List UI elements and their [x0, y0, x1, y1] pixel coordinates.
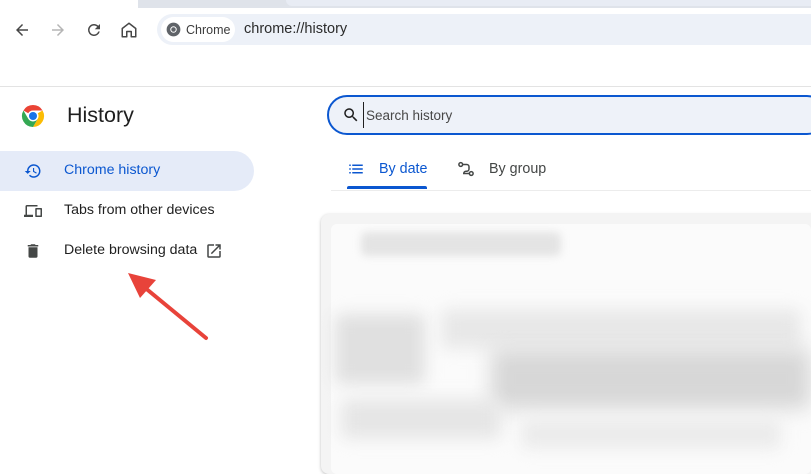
- blurred-content: [335, 314, 425, 384]
- back-button[interactable]: [8, 16, 36, 44]
- sidebar-item-tabs-other-devices[interactable]: Tabs from other devices: [0, 191, 254, 231]
- tab-strip: [0, 0, 811, 8]
- background-tab[interactable]: [286, 0, 811, 6]
- blurred-content: [521, 419, 781, 449]
- blurred-content: [341, 399, 501, 439]
- blurred-content: [441, 309, 801, 349]
- sidebar-item-label: Delete browsing data: [64, 242, 198, 258]
- history-icon: [24, 164, 41, 178]
- sidebar-item-delete-browsing-data[interactable]: Delete browsing data: [0, 231, 254, 271]
- annotation-arrow: [128, 273, 208, 340]
- reload-button[interactable]: [80, 16, 108, 44]
- tab-label: By date: [379, 161, 428, 177]
- active-tab-indicator: [347, 186, 427, 189]
- group-icon: [458, 161, 474, 177]
- tab-by-date[interactable]: By date: [347, 150, 427, 188]
- home-icon: [121, 22, 137, 38]
- sidebar-item-label: Chrome history: [64, 162, 161, 178]
- reload-icon: [87, 23, 100, 36]
- trash-icon: [27, 244, 39, 258]
- history-card-blurred: [321, 214, 811, 474]
- sidebar-item-label: Tabs from other devices: [64, 202, 215, 218]
- sidebar-item-chrome-history[interactable]: Chrome history: [0, 151, 254, 191]
- arrow-left-icon: [16, 24, 28, 36]
- url-text[interactable]: chrome://history: [244, 21, 347, 37]
- tab-by-group[interactable]: By group: [457, 150, 546, 188]
- search-box[interactable]: [327, 95, 811, 135]
- devices-icon: [24, 205, 42, 217]
- address-bar[interactable]: Chrome chrome://history: [157, 14, 811, 45]
- site-info-chip[interactable]: Chrome: [161, 17, 235, 42]
- active-tab[interactable]: [0, 0, 138, 8]
- blurred-content: [491, 349, 811, 409]
- tab-label: By group: [489, 161, 547, 177]
- search-icon: [344, 108, 358, 122]
- external-link-icon: [207, 244, 221, 258]
- chrome-logo-icon: [21, 105, 45, 127]
- chrome-logo-icon: [166, 22, 181, 37]
- list-icon: [349, 164, 363, 174]
- site-chip-label: Chrome: [186, 22, 231, 37]
- forward-button[interactable]: [44, 16, 72, 44]
- toolbar-divider: [0, 86, 811, 87]
- search-input[interactable]: [363, 102, 766, 128]
- home-button[interactable]: [115, 16, 143, 44]
- blurred-content: [361, 232, 561, 256]
- tabs-divider: [331, 190, 811, 191]
- browser-toolbar: Chrome chrome://history: [0, 8, 811, 52]
- page-title: History: [67, 103, 134, 127]
- arrow-right-icon: [52, 24, 64, 36]
